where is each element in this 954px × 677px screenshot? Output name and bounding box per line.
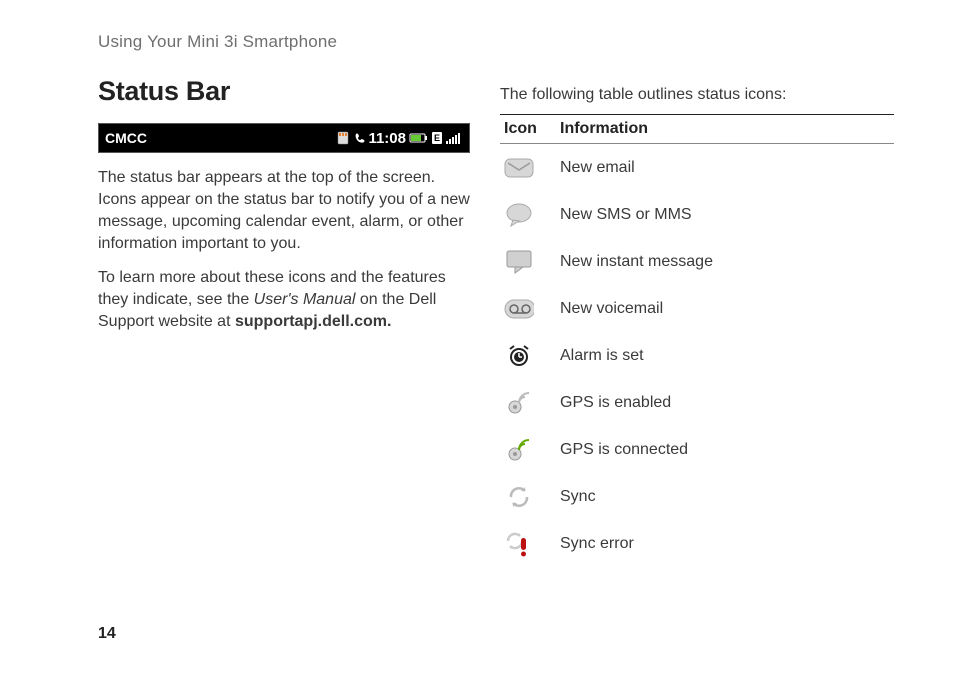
icon-cell [500,532,560,556]
table-row: New instant message [500,238,894,285]
info-cell: Sync error [560,535,894,553]
sync-icon [504,485,534,509]
table-row: New SMS or MMS [500,191,894,238]
sync-error-icon [504,532,534,556]
voicemail-icon [504,297,534,321]
edge-icon: E [432,132,442,144]
info-cell: GPS is connected [560,441,894,459]
carrier-label: CMCC [105,130,147,146]
time-label: 11:08 [368,130,406,147]
column-header-icon: Icon [500,120,560,138]
paragraph-1: The status bar appears at the top of the… [98,167,470,255]
info-cell: Alarm is set [560,347,894,365]
page-header: Using Your Mini 3i Smartphone [98,32,894,52]
status-bar-screenshot: CMCC 11:08 E [98,123,470,153]
info-cell: Sync [560,488,894,506]
left-column: Status Bar CMCC 11:08 E The stat [98,70,470,567]
users-manual-reference: User's Manual [254,291,356,308]
table-row: Sync error [500,520,894,567]
icon-cell [500,156,560,180]
battery-icon [409,132,429,144]
right-column: The following table outlines status icon… [500,70,894,567]
im-icon [504,250,534,274]
table-row: Sync [500,473,894,520]
info-cell: New instant message [560,253,894,271]
gps-connected-icon [504,438,534,462]
table-row: New email [500,144,894,191]
status-bar-right: 11:08 E [336,130,463,147]
paragraph-2: To learn more about these icons and the … [98,267,470,333]
icon-cell [500,203,560,227]
support-site-url: supportapj.dell.com. [235,313,391,330]
gps-enabled-icon [504,391,534,415]
page-number: 14 [98,625,116,643]
info-cell: New voicemail [560,300,894,318]
signal-icon [445,131,463,145]
icon-cell [500,438,560,462]
sms-icon [504,203,534,227]
column-header-information: Information [560,120,894,138]
table-row: GPS is enabled [500,379,894,426]
phone-icon [353,132,365,144]
info-cell: New email [560,159,894,177]
content-columns: Status Bar CMCC 11:08 E The stat [98,70,894,567]
table-row: New voicemail [500,285,894,332]
icon-cell [500,485,560,509]
table-intro: The following table outlines status icon… [500,86,894,104]
alarm-icon [504,344,534,368]
icon-cell [500,297,560,321]
icon-cell [500,250,560,274]
info-cell: GPS is enabled [560,394,894,412]
icon-cell [500,391,560,415]
sd-card-icon [336,131,350,145]
email-icon [504,156,534,180]
info-cell: New SMS or MMS [560,206,894,224]
table-row: Alarm is set [500,332,894,379]
table-header-row: Icon Information [500,114,894,144]
icon-cell [500,344,560,368]
section-title: Status Bar [98,76,470,107]
table-row: GPS is connected [500,426,894,473]
